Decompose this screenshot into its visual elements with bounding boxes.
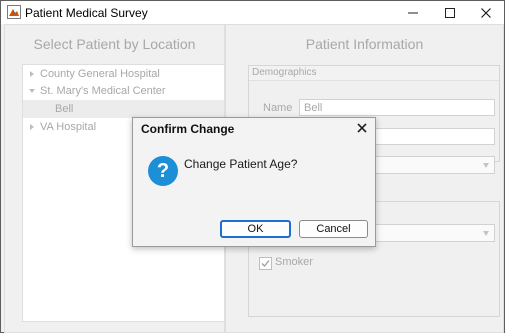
checkmark-icon [261,260,270,267]
collapse-arrow-icon[interactable] [29,89,35,93]
dialog-message: Change Patient Age? [184,157,298,171]
tree-node-st-marys[interactable]: St. Mary's Medical Center [23,82,224,100]
minimize-icon [408,12,418,13]
expand-arrow-icon[interactable] [30,124,34,130]
chevron-down-icon [483,231,489,236]
dialog-title-bar: Confirm Change [133,118,375,140]
location-panel-title: Select Patient by Location [33,36,196,52]
title-bar: Patient Medical Survey [1,1,504,24]
app-icon [7,5,21,19]
minimize-button[interactable] [395,1,431,24]
name-field[interactable]: Bell [299,99,495,116]
tree-node-label: Bell [55,103,74,115]
dialog-close-button[interactable] [355,121,369,135]
question-icon: ? [148,156,178,186]
tree-node-label: VA Hospital [40,121,97,133]
close-icon [481,7,491,18]
expand-arrow-icon[interactable] [30,71,34,77]
cancel-button[interactable]: Cancel [299,220,368,238]
smoker-label: Smoker [275,256,313,268]
demographics-title: Demographics [249,66,499,81]
smoker-checkbox[interactable] [259,257,272,270]
name-label: Name [263,102,293,114]
chevron-down-icon [483,163,489,168]
dialog-title: Confirm Change [141,122,235,136]
tree-node-label: St. Mary's Medical Center [40,85,166,97]
ok-button[interactable]: OK [220,220,291,238]
maximize-icon [445,7,455,18]
maximize-button[interactable] [432,1,468,24]
confirm-dialog: Confirm Change ? Change Patient Age? OK … [132,117,376,247]
tree-node-bell[interactable]: Bell [23,100,224,118]
close-button[interactable] [468,1,504,24]
window-title: Patient Medical Survey [25,6,148,20]
tree-node-label: County General Hospital [40,68,160,80]
app-window: Patient Medical Survey Select Patient by… [0,0,505,333]
tree-node-county-general[interactable]: County General Hospital [23,65,224,83]
patient-info-title: Patient Information [305,36,424,52]
